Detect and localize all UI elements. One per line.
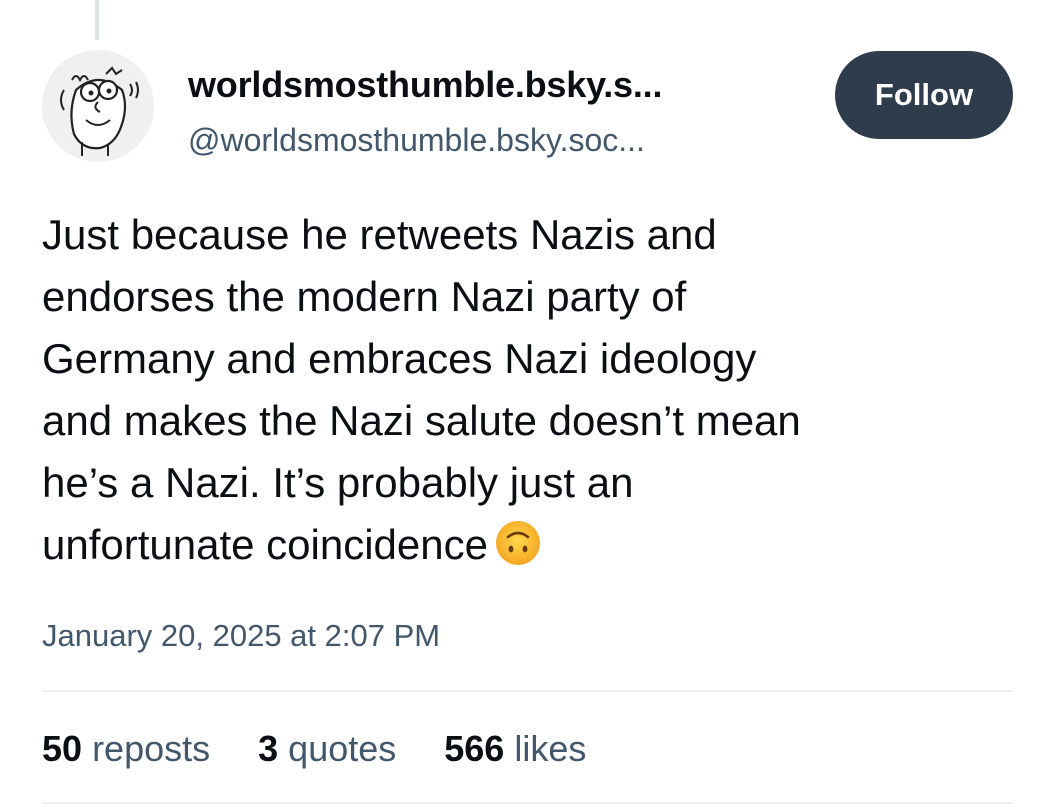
- post-body: Just because he retweets Nazis and endor…: [42, 204, 1002, 576]
- divider: [42, 802, 1013, 804]
- thread-connector-line: [95, 0, 99, 40]
- quotes-stat[interactable]: 3 quotes: [258, 728, 396, 770]
- post-text-line: Germany and embraces Nazi ideology: [42, 335, 757, 382]
- quotes-count: 3: [258, 728, 279, 769]
- likes-label: likes: [514, 728, 587, 769]
- post-view: worldsmosthumble.bsky.s... @worldsmosthu…: [0, 0, 1037, 808]
- reposts-stat[interactable]: 50 reposts: [42, 728, 210, 770]
- reposts-count: 50: [42, 728, 83, 769]
- quotes-label: quotes: [288, 728, 397, 769]
- post-text-line: endorses the modern Nazi party of: [42, 273, 687, 320]
- post-text-last-line: unfortunate coincidence: [42, 514, 1002, 576]
- likes-count: 566: [444, 728, 505, 769]
- author-display-name[interactable]: worldsmosthumble.bsky.s...: [188, 64, 662, 106]
- post-text-line: he’s a Nazi. It’s probably just an: [42, 459, 634, 506]
- divider: [42, 690, 1013, 692]
- upside-down-face-icon: [494, 519, 542, 567]
- follow-button[interactable]: Follow: [835, 51, 1013, 139]
- post-text-line: Just because he retweets Nazis and: [42, 211, 717, 258]
- post-text-line: and makes the Nazi salute doesn’t mean: [42, 397, 801, 444]
- cartoon-face-avatar-icon: [42, 50, 154, 162]
- avatar[interactable]: [42, 50, 154, 162]
- likes-stat[interactable]: 566 likes: [444, 728, 586, 770]
- engagement-stats: 50 reposts 3 quotes 566 likes: [42, 728, 586, 770]
- author-handle[interactable]: @worldsmosthumble.bsky.soc...: [188, 122, 645, 159]
- post-timestamp[interactable]: January 20, 2025 at 2:07 PM: [42, 618, 440, 654]
- reposts-label: reposts: [92, 728, 211, 769]
- post-text-line: unfortunate coincidence: [42, 521, 488, 568]
